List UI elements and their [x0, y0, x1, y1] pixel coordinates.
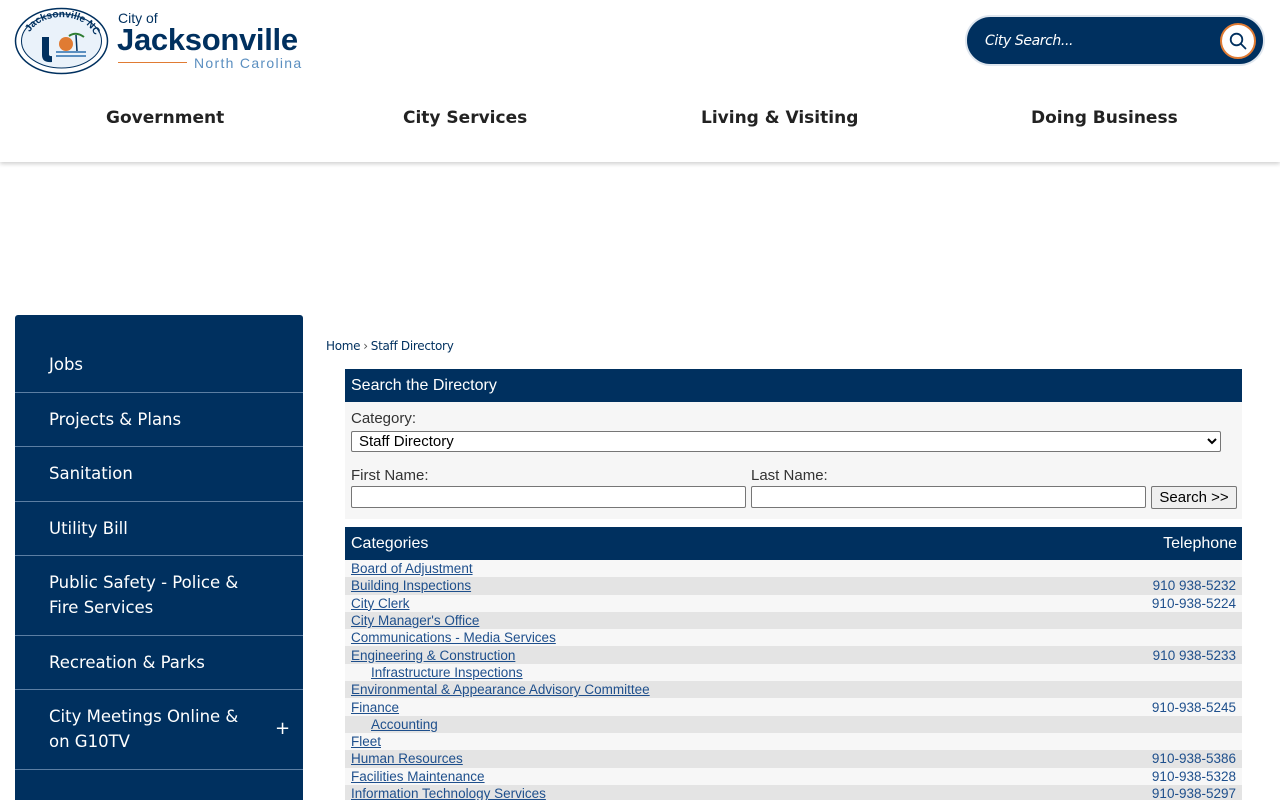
telephone-cell: 910-938-5245 [1151, 699, 1236, 715]
sidebar-item-utility-bill[interactable]: Utility Bill [15, 502, 303, 556]
category-link[interactable]: Accounting [345, 717, 438, 732]
last-name-input[interactable] [751, 486, 1146, 508]
main-navigation: Government City Services Living & Visiti… [0, 100, 1280, 140]
breadcrumb-separator: › [363, 339, 368, 353]
table-row: Accounting [345, 715, 1242, 733]
category-link[interactable]: Information Technology Services [345, 786, 546, 800]
sidebar-item-label: Jobs [49, 355, 84, 374]
table-row: Facilities Maintenance 910-938-5328 [345, 767, 1242, 785]
telephone-cell: 910-938-5224 [1151, 595, 1236, 611]
directory-search-button[interactable]: Search >> [1151, 486, 1237, 509]
telephone-cell: 910-938-5297 [1151, 786, 1236, 800]
category-link[interactable]: Board of Adjustment [345, 561, 473, 576]
city-seal-logo[interactable]: Jacksonville NC [14, 7, 109, 75]
sidebar-item-label: Sanitation [49, 464, 133, 483]
table-row: Board of Adjustment [345, 560, 1242, 578]
nav-doing-business[interactable]: Doing Business [1031, 108, 1178, 128]
search-panel-title: Search the Directory [345, 369, 1242, 402]
telephone-cell: 910 938-5232 [1152, 578, 1236, 594]
sidebar-item-city-meetings[interactable]: City Meetings Online & on G10TV + [15, 690, 303, 770]
logo-divider [118, 62, 187, 63]
table-row: Information Technology Services 910-938-5… [345, 784, 1242, 800]
table-row: Environmental & Appearance Advisory Comm… [345, 681, 1242, 699]
city-wordmark[interactable]: City of Jacksonville North Carolina [117, 10, 327, 72]
sidebar-menu: Jobs Projects & Plans Sanitation Utility… [15, 315, 303, 800]
breadcrumb: Home › Staff Directory [326, 339, 454, 353]
telephone-cell: 910-938-5328 [1151, 768, 1236, 784]
table-row: Human Resources 910-938-5386 [345, 750, 1242, 768]
sidebar-item-jobs[interactable]: Jobs [15, 315, 303, 393]
sidebar-item-label: Projects & Plans [49, 410, 182, 429]
last-name-label: Last Name: [751, 467, 828, 484]
category-link[interactable]: Building Inspections [345, 578, 471, 593]
logo-north-carolina: North Carolina [194, 55, 303, 71]
category-link[interactable]: Finance [345, 700, 399, 715]
first-name-label: First Name: [351, 467, 429, 484]
directory-search-panel: Search the Directory Category: Staff Dir… [345, 369, 1242, 519]
category-select[interactable]: Staff Directory [351, 431, 1221, 452]
search-button[interactable] [1220, 23, 1256, 59]
category-link[interactable]: City Clerk [345, 596, 410, 611]
col-categories: Categories [351, 535, 429, 552]
breadcrumb-home[interactable]: Home [326, 339, 361, 353]
site-header: Jacksonville NC City of Jacksonville Nor… [0, 0, 1280, 162]
category-link[interactable]: Environmental & Appearance Advisory Comm… [345, 682, 650, 697]
telephone-cell: 910-938-5386 [1151, 751, 1236, 767]
nav-government[interactable]: Government [106, 108, 224, 128]
breadcrumb-current[interactable]: Staff Directory [371, 339, 454, 353]
category-label: Category: [351, 410, 417, 427]
categories-rows: Board of Adjustment Building Inspections 9… [345, 560, 1242, 800]
sidebar-item-label: City Meetings Online & on G10TV [49, 707, 239, 751]
nav-city-services[interactable]: City Services [403, 108, 527, 128]
table-row: Infrastructure Inspections [345, 663, 1242, 682]
table-row: City Manager's Office [345, 611, 1242, 630]
table-row: Communications - Media Services [345, 629, 1242, 647]
category-link[interactable]: Human Resources [345, 751, 463, 766]
sidebar-item-recreation-parks[interactable]: Recreation & Parks [15, 636, 303, 690]
category-link[interactable]: Facilities Maintenance [345, 769, 485, 784]
category-link[interactable]: Engineering & Construction [345, 648, 515, 663]
expand-plus-icon[interactable]: + [275, 716, 290, 741]
search-icon [1229, 32, 1247, 50]
telephone-cell: 910 938-5233 [1152, 647, 1236, 663]
categories-table: Categories Telephone Board of Adjustment… [345, 527, 1242, 800]
sidebar-item-label: Recreation & Parks [49, 653, 205, 672]
category-link[interactable]: City Manager's Office [345, 613, 479, 628]
category-link[interactable]: Infrastructure Inspections [345, 665, 523, 680]
table-row: Engineering & Construction 910 938-5233 [345, 646, 1242, 664]
sidebar-item-sanitation[interactable]: Sanitation [15, 447, 303, 502]
col-telephone: Telephone [1163, 535, 1237, 552]
site-search [965, 15, 1265, 66]
logo-jacksonville: Jacksonville [117, 22, 298, 57]
first-name-input[interactable] [351, 486, 746, 508]
sidebar-item-label: Utility Bill [49, 519, 128, 538]
nav-living-visiting[interactable]: Living & Visiting [701, 108, 858, 128]
category-link[interactable]: Fleet [345, 734, 381, 749]
search-input[interactable] [985, 26, 1215, 56]
categories-header: Categories Telephone [345, 527, 1242, 560]
table-row: Building Inspections 910 938-5232 [345, 577, 1242, 595]
sidebar-item-public-safety[interactable]: Public Safety - Police & Fire Services [15, 556, 303, 636]
table-row: Finance 910-938-5245 [345, 698, 1242, 716]
table-row: Fleet [345, 732, 1242, 751]
sidebar-item-projects-plans[interactable]: Projects & Plans [15, 393, 303, 447]
table-row: City Clerk 910-938-5224 [345, 594, 1242, 612]
sidebar-item-label: Public Safety - Police & Fire Services [49, 573, 239, 617]
category-link[interactable]: Communications - Media Services [345, 630, 556, 645]
